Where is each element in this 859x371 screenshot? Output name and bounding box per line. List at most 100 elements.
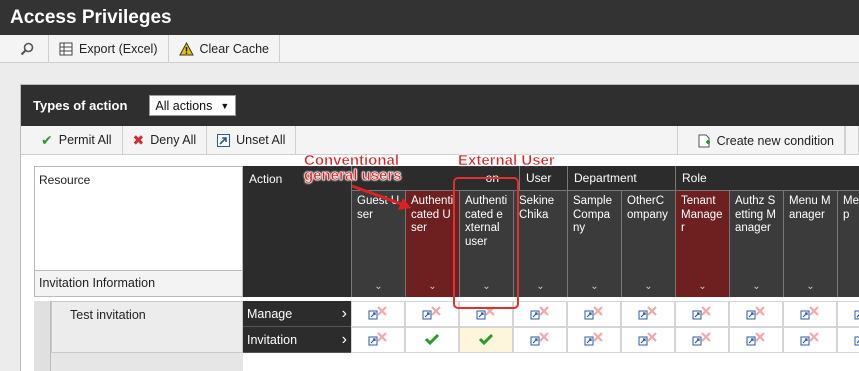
row-action-invitation[interactable]: Invitation ›	[243, 327, 351, 353]
column-header[interactable]: Menu Manager ⌄	[783, 190, 837, 297]
warning-icon	[178, 41, 194, 55]
dropdown-arrow-icon: ▼	[220, 100, 230, 111]
permission-cell[interactable]	[351, 327, 405, 353]
permission-cell[interactable]	[675, 301, 729, 327]
permission-cell[interactable]	[513, 301, 567, 327]
chevron-down-icon[interactable]: ⌄	[536, 280, 544, 294]
column-header-label: Authz Setting Manager	[735, 195, 776, 234]
deny-all-label: Deny All	[150, 133, 197, 147]
chevron-down-icon[interactable]: ⌄	[374, 280, 382, 294]
chevron-down-icon[interactable]: ⌄	[698, 280, 706, 294]
select-value: All actions	[155, 98, 213, 113]
unset-icon	[799, 305, 821, 324]
permission-cell[interactable]	[837, 301, 859, 327]
permission-cell[interactable]	[729, 301, 783, 327]
toolbar: Export (Excel) Clear Cache	[0, 35, 859, 63]
unset-icon	[853, 331, 859, 350]
column-header-label: Sample Company	[573, 195, 612, 234]
unset-icon	[367, 331, 389, 350]
permission-grid: Resource Invitation Information Action o…	[34, 166, 859, 371]
annotation-conventional-line1: Conventional	[304, 152, 400, 169]
external-user-highlight-box	[453, 177, 519, 309]
resource-header-label: Resource	[39, 173, 91, 187]
export-excel-button[interactable]: Export (Excel)	[49, 35, 169, 62]
permission-cell[interactable]	[621, 301, 675, 327]
permission-cell[interactable]	[567, 301, 621, 327]
permission-cell[interactable]	[567, 327, 621, 353]
export-label: Export (Excel)	[79, 41, 158, 56]
permission-cell[interactable]	[729, 327, 783, 353]
spreadsheet-icon	[59, 42, 73, 55]
search-button[interactable]	[0, 35, 49, 62]
unset-icon	[583, 305, 605, 324]
row-action-manage[interactable]: Manage ›	[243, 301, 351, 327]
chevron-down-icon[interactable]: ⌄	[644, 280, 652, 294]
permission-cell[interactable]	[621, 327, 675, 353]
indent-gutter	[34, 301, 51, 371]
row-action-label: Manage	[247, 306, 293, 321]
cross-icon: ✖	[132, 131, 145, 148]
column-header[interactable]: Authenticated User ⌄	[405, 190, 459, 297]
column-header[interactable]: OtherCompany ⌄	[621, 190, 675, 297]
unset-icon	[637, 331, 659, 350]
permission-cell[interactable]	[513, 327, 567, 353]
unset-icon	[217, 133, 231, 147]
chevron-down-icon[interactable]: ⌄	[590, 280, 598, 294]
column-header-label: Sekine Chika	[519, 195, 555, 221]
column-header-label: Authenticated User	[411, 195, 454, 234]
column-header[interactable]: Menu Op⌄	[837, 190, 859, 297]
chevron-down-icon[interactable]: ⌄	[806, 280, 814, 294]
row-filler	[51, 353, 243, 371]
chevron-right-icon: ›	[341, 304, 347, 322]
create-condition-button[interactable]: Create new condition	[676, 126, 845, 155]
column-header-label: Menu Op	[843, 195, 859, 221]
overflow-button[interactable]	[845, 126, 859, 155]
permission-cell[interactable]	[405, 327, 459, 353]
group-header-department: Department	[567, 166, 675, 190]
annotation-external: External User	[458, 152, 555, 169]
permission-cell[interactable]	[783, 301, 837, 327]
unset-icon	[691, 331, 713, 350]
unset-icon	[799, 331, 821, 350]
unset-icon	[421, 305, 443, 324]
unset-icon	[529, 305, 551, 324]
group-header-role: Role	[675, 166, 859, 190]
annotation-conventional: Conventional general users	[304, 152, 402, 184]
action-header: Action	[243, 166, 351, 297]
action-header-label: Action	[249, 172, 283, 186]
column-header[interactable]: Authz Setting Manager ⌄	[729, 190, 783, 297]
permission-cell[interactable]	[405, 301, 459, 327]
action-type-select[interactable]: All actions ▼	[149, 95, 237, 116]
clear-cache-label: Clear Cache	[199, 41, 269, 56]
resource-row-label: Test invitation	[51, 301, 243, 353]
chevron-down-icon[interactable]: ⌄	[428, 280, 436, 294]
permit-all-button[interactable]: ✔ Permit All	[21, 126, 123, 154]
new-document-icon	[698, 134, 710, 147]
chevron-right-icon: ›	[341, 330, 347, 348]
column-header-label: OtherCompany	[627, 195, 668, 221]
permission-cell[interactable]	[459, 327, 513, 353]
permission-cell[interactable]	[783, 327, 837, 353]
unset-all-label: Unset All	[236, 133, 286, 147]
permission-cell[interactable]	[351, 301, 405, 327]
deny-all-button[interactable]: ✖ Deny All	[123, 126, 208, 154]
column-header[interactable]: Tenant Manager ⌄	[675, 190, 729, 297]
clear-cache-button[interactable]: Clear Cache	[169, 35, 280, 62]
unset-icon	[367, 305, 389, 324]
permission-cell[interactable]	[675, 327, 729, 353]
create-condition-label: Create new condition	[716, 133, 834, 148]
column-header[interactable]: Sekine Chika ⌄	[513, 190, 567, 297]
chevron-down-icon[interactable]: ⌄	[752, 280, 760, 294]
column-header[interactable]: Sample Company ⌄	[567, 190, 621, 297]
checkmark-icon: ✔	[41, 131, 53, 148]
unset-icon	[745, 331, 767, 350]
window-title: Access Privileges	[0, 0, 859, 35]
column-header[interactable]: Guest User ⌄	[351, 190, 405, 297]
row-action-label: Invitation	[247, 332, 298, 347]
section-label: Invitation Information	[34, 271, 243, 297]
permission-cell[interactable]	[837, 327, 859, 353]
unset-icon	[745, 305, 767, 324]
unset-all-button[interactable]: Unset All	[207, 126, 297, 154]
checkmark-icon	[478, 332, 494, 349]
privileges-panel: Types of action All actions ▼ ✔ Permit A…	[20, 84, 859, 371]
